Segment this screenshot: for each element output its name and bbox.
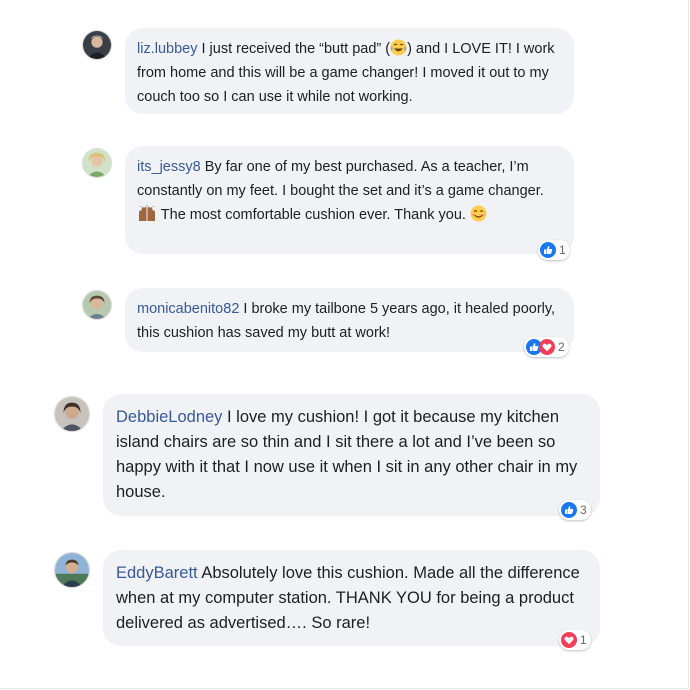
reaction-count: 1: [559, 243, 566, 257]
reaction-count: 1: [580, 633, 587, 647]
comment-bubble: DebbieLodney I love my cushion! I got it…: [103, 394, 600, 516]
smiling-face-emoji: [470, 205, 487, 222]
avatar[interactable]: [82, 30, 112, 60]
comment-bubble: monicabenito82 I broke my tailbone 5 yea…: [125, 288, 574, 352]
comment-bubble: EddyBarett Absolutely love this cushion.…: [103, 550, 600, 646]
comment-bubble: liz.lubbey I just received the “butt pad…: [125, 28, 574, 114]
reaction-count: 3: [580, 503, 587, 517]
comment-body: its_jessy8 By far one of my best purchas…: [137, 155, 562, 227]
raising-hands-emoji: [137, 205, 157, 222]
reaction-summary[interactable]: 1: [538, 240, 570, 260]
comment-username[interactable]: liz.lubbey: [137, 41, 197, 57]
comment-body: DebbieLodney I love my cushion! I got it…: [116, 405, 587, 505]
reaction-summary[interactable]: 1: [559, 630, 591, 650]
comment-username[interactable]: its_jessy8: [137, 159, 201, 175]
comment-bubble: its_jessy8 By far one of my best purchas…: [125, 146, 574, 254]
reaction-summary[interactable]: 3: [559, 500, 591, 520]
comment-body: liz.lubbey I just received the “butt pad…: [137, 37, 562, 109]
reaction-count: 2: [558, 340, 565, 354]
avatar[interactable]: [54, 552, 90, 588]
like-icon: [561, 502, 577, 518]
reaction-summary[interactable]: 2: [524, 337, 569, 357]
comment-text-part: I just received the “butt pad” (: [201, 41, 391, 57]
comment-username[interactable]: DebbieLodney: [116, 408, 222, 426]
comment-text-part: The most comfortable cushion ever. Thank…: [157, 207, 470, 223]
comment-username[interactable]: EddyBarett: [116, 564, 198, 582]
comment-body: monicabenito82 I broke my tailbone 5 yea…: [137, 297, 562, 345]
avatar[interactable]: [82, 148, 112, 178]
comment-body: EddyBarett Absolutely love this cushion.…: [116, 561, 587, 636]
love-icon: [539, 339, 555, 355]
avatar[interactable]: [82, 290, 112, 320]
avatar[interactable]: [54, 396, 90, 432]
comment-username[interactable]: monicabenito82: [137, 301, 239, 317]
like-icon: [540, 242, 556, 258]
tears-of-joy-emoji: [390, 39, 407, 56]
love-icon: [561, 632, 577, 648]
